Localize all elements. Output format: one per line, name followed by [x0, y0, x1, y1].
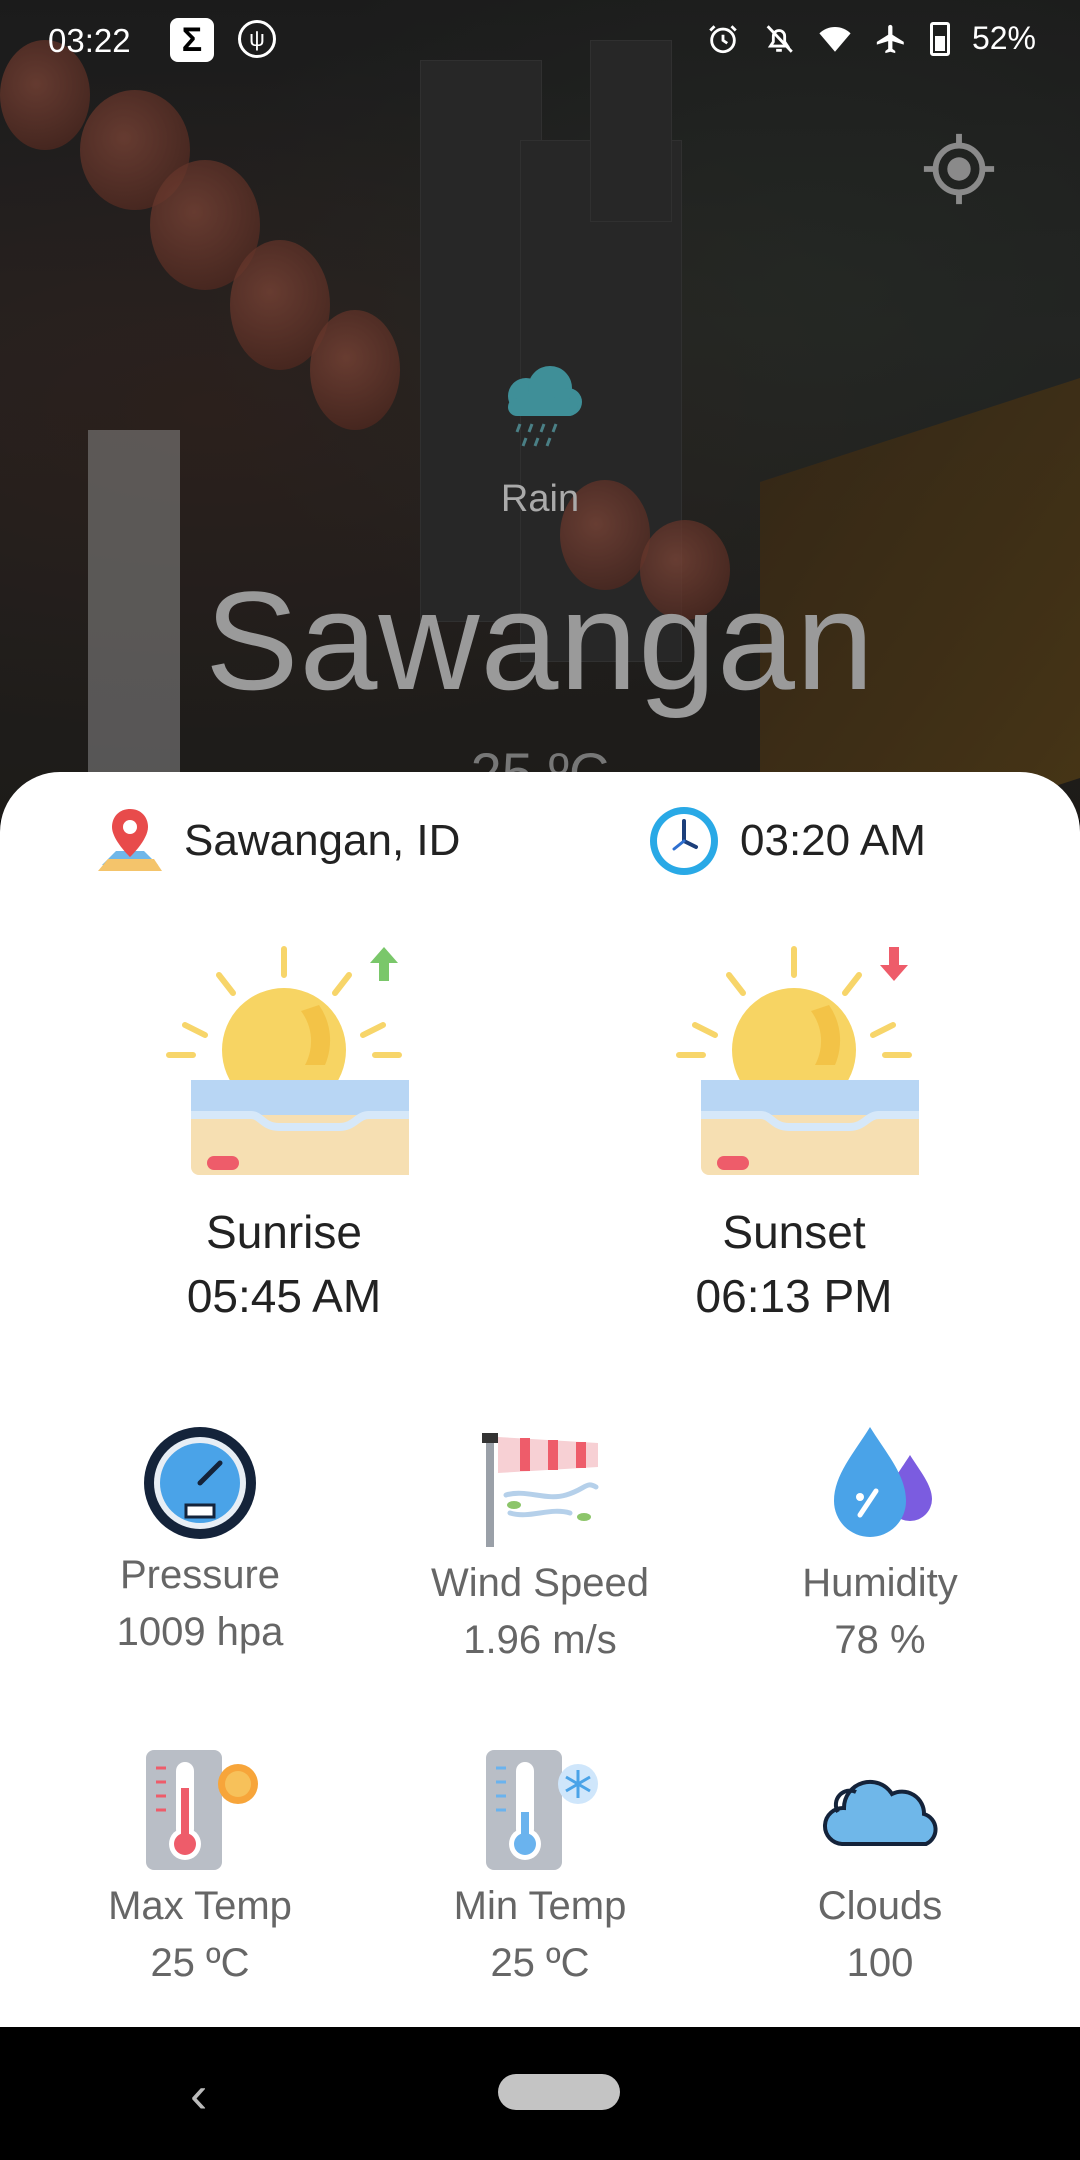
wind-speed-value: 1.96 m/s	[463, 1618, 617, 1662]
status-time: 03:22	[48, 22, 131, 59]
weather-condition: Rain	[500, 478, 580, 520]
status-bar: 03:22 Σ ψ 52%	[0, 0, 1080, 84]
min-temp-value: 25 ºC	[490, 1941, 590, 1985]
sunrise-time: 05:45 AM	[186, 1270, 382, 1322]
clouds-value: 100	[846, 1941, 914, 1985]
thermometer-hot-icon	[146, 1750, 258, 1870]
clock-icon	[650, 807, 718, 875]
map-pin-icon	[98, 809, 162, 871]
local-time-row: 03:20 AM	[648, 805, 926, 877]
thermometer-cold-icon	[486, 1750, 598, 1870]
wind-speed-label: Wind Speed	[431, 1561, 649, 1605]
clouds-stat: Clouds 100	[730, 1748, 1030, 1991]
sunrise-icon	[166, 946, 427, 1175]
humidity-stat: Humidity 78 %	[730, 1425, 1030, 1668]
sunrise-block: Sunrise 05:45 AM	[134, 945, 434, 1328]
location-name: Sawangan, ID	[184, 816, 461, 865]
fork-knife-icon: ψ	[238, 20, 276, 58]
airplane-mode-icon	[876, 24, 904, 53]
min-temp-label: Min Temp	[453, 1884, 627, 1928]
sunset-time: 06:13 PM	[695, 1270, 893, 1322]
pressure-gauge-icon	[144, 1427, 256, 1539]
humidity-drop-icon	[834, 1427, 932, 1537]
pressure-stat: Pressure 1009 hpa	[50, 1425, 350, 1660]
max-temp-value: 25 ºC	[150, 1941, 250, 1985]
humidity-label: Humidity	[802, 1561, 958, 1605]
wifi-icon	[819, 26, 851, 52]
sunset-block: Sunset 06:13 PM	[644, 945, 944, 1328]
my-location-button[interactable]	[920, 130, 998, 208]
local-time: 03:20 AM	[740, 816, 926, 865]
pressure-value: 1009 hpa	[116, 1610, 284, 1654]
max-temp-label: Max Temp	[108, 1884, 292, 1928]
max-temp-stat: Max Temp 25 ºC	[50, 1748, 350, 1991]
bell-off-icon	[766, 24, 793, 53]
sunset-label: Sunset	[722, 1206, 866, 1258]
rain-cloud-icon	[508, 366, 582, 447]
windsock-icon	[482, 1433, 599, 1547]
alarm-icon	[709, 24, 737, 53]
city-title: Sawangan	[205, 562, 875, 719]
sunset-icon	[676, 946, 937, 1175]
battery-percent: 52%	[971, 20, 1036, 56]
sunrise-label: Sunrise	[206, 1206, 362, 1258]
home-button[interactable]	[498, 2074, 620, 2110]
back-button[interactable]: ‹	[190, 2065, 230, 2125]
pressure-label: Pressure	[119, 1553, 281, 1597]
wind-speed-stat: Wind Speed 1.96 m/s	[390, 1425, 690, 1668]
navigation-bar: ‹	[0, 2027, 1080, 2160]
cloud-icon	[822, 1779, 938, 1846]
min-temp-stat: Min Temp 25 ºC	[390, 1748, 690, 1991]
sigma-app-icon: Σ	[170, 18, 214, 62]
location-row: Sawangan, ID	[96, 805, 460, 877]
clouds-label: Clouds	[817, 1884, 943, 1928]
battery-icon	[929, 21, 950, 56]
humidity-value: 78 %	[834, 1618, 926, 1662]
